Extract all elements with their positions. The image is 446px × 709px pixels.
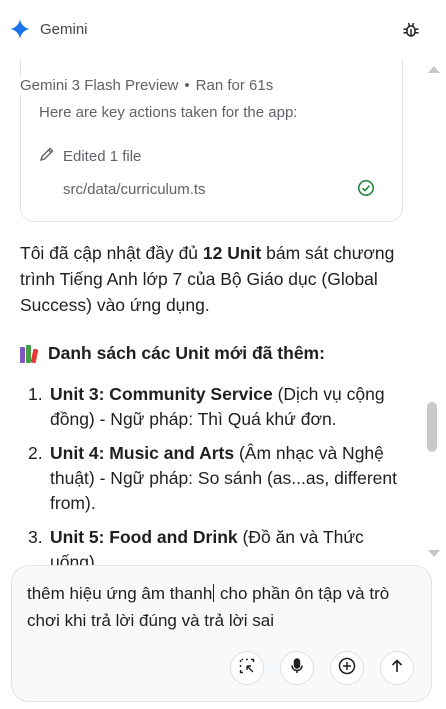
unit-title: Unit 5: Food and Drink <box>50 527 238 547</box>
scrollbar[interactable] <box>424 60 440 565</box>
unit-list-heading: Danh sách các Unit mới đã thêm: <box>20 343 325 364</box>
list-number: 1. <box>28 384 43 404</box>
run-meta: Gemini 3 Flash Preview • Ran for 61s <box>20 77 278 94</box>
list-number: 2. <box>28 443 43 463</box>
chat-scroll-area[interactable]: Here are key actions taken for the app: … <box>0 60 446 565</box>
mic-button[interactable] <box>280 651 314 685</box>
microphone-icon <box>289 657 305 679</box>
bug-icon[interactable] <box>399 18 423 42</box>
books-icon <box>20 344 40 363</box>
scroll-up-icon[interactable] <box>428 66 440 73</box>
select-area-icon <box>239 658 255 679</box>
file-path-link[interactable]: src/data/curriculum.ts <box>63 181 206 198</box>
run-duration: Ran for 61s <box>195 77 274 94</box>
add-button[interactable] <box>330 651 364 685</box>
list-item: 3. Unit 5: Food and Drink (Đồ ăn và Thức… <box>28 525 400 565</box>
meta-separator: • <box>184 77 190 94</box>
pencil-icon <box>39 146 55 166</box>
scrollbar-thumb[interactable] <box>427 402 437 452</box>
model-name: Gemini 3 Flash Preview <box>20 77 179 94</box>
scroll-down-icon[interactable] <box>428 550 440 557</box>
heading-text: Danh sách các Unit mới đã thêm: <box>48 343 325 363</box>
edit-label: Edited 1 file <box>63 147 142 165</box>
actions-intro: Here are key actions taken for the app: <box>39 104 298 121</box>
list-item: 1. Unit 3: Community Service (Dịch vụ cộ… <box>28 382 400 432</box>
unit-title: Unit 3: Community Service <box>50 384 273 404</box>
gemini-sparkle-icon <box>10 19 30 39</box>
prompt-composer[interactable]: thêm hiệu ứng âm thanh cho phần ôn tập v… <box>11 565 432 702</box>
plus-circle-icon <box>338 657 356 680</box>
unit-title: Unit 4: Music and Arts <box>50 443 235 463</box>
app-header: Gemini <box>0 0 446 60</box>
select-area-button[interactable] <box>230 651 264 685</box>
edit-summary[interactable]: Edited 1 file <box>39 146 141 166</box>
send-button[interactable] <box>380 651 414 685</box>
app-title: Gemini <box>40 21 88 38</box>
para-bold: 12 Unit <box>202 243 262 263</box>
unit-list: 1. Unit 3: Community Service (Dịch vụ cộ… <box>28 382 400 565</box>
para-text-1: Tôi đã cập nhật đầy đủ <box>20 243 203 263</box>
prompt-text-1: thêm hiệu ứng âm thanh <box>27 584 213 603</box>
check-circle-icon <box>357 179 375 197</box>
prompt-input[interactable]: thêm hiệu ứng âm thanh cho phần ôn tập v… <box>27 580 407 634</box>
arrow-up-icon <box>389 658 405 679</box>
list-number: 3. <box>28 527 43 547</box>
list-item: 2. Unit 4: Music and Arts (Âm nhạc và Ng… <box>28 441 400 516</box>
response-paragraph: Tôi đã cập nhật đầy đủ 12 Unit bám sát c… <box>20 240 400 318</box>
